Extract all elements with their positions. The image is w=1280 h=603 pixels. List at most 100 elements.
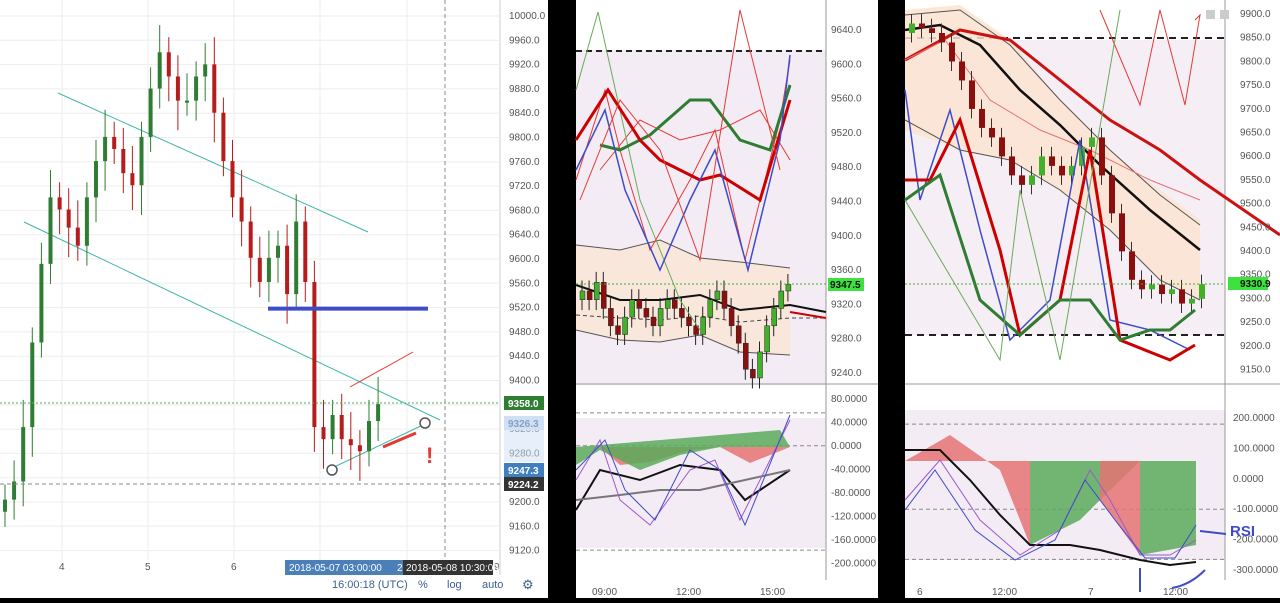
- main-candle: [84, 197, 89, 246]
- main-candle: [276, 245, 280, 258]
- mid-candle: [615, 325, 621, 335]
- main-price-tick: 9520.0: [509, 303, 540, 314]
- mid-price-tick: 9240.0: [831, 368, 862, 379]
- mid-osc-tick: -160.0000: [831, 535, 876, 546]
- window-button-icon: [1206, 10, 1215, 19]
- point-marker: [419, 417, 431, 429]
- right-price-tick: 9450.0: [1240, 222, 1271, 233]
- gear-icon[interactable]: ⚙: [522, 577, 534, 593]
- main-candle: [257, 257, 262, 282]
- right-candle: [1139, 279, 1145, 290]
- right-price-tick: 9400.0: [1240, 246, 1271, 257]
- main-candle: [339, 415, 344, 440]
- exclamation-annotation: !: [426, 443, 433, 468]
- mid-candle: [714, 290, 721, 300]
- mid-candle: [601, 282, 607, 309]
- mid-candle: [622, 316, 628, 335]
- main-candle: [166, 52, 171, 77]
- main-price-tick: 9840.0: [509, 108, 540, 119]
- main-candle: [321, 427, 326, 440]
- right-candle: [1169, 289, 1175, 295]
- right-candle: [1039, 156, 1045, 176]
- right-candle: [1199, 284, 1205, 299]
- mid-price-tick: 9480.0: [831, 162, 862, 173]
- main-candle: [248, 221, 253, 258]
- mid-current-price: 9347.5: [830, 280, 861, 291]
- main-candle: [103, 136, 108, 162]
- main-price-tick: 9960.0: [509, 35, 540, 46]
- right-price-tick: 9700.0: [1240, 104, 1271, 115]
- main-candle: [194, 76, 199, 101]
- right-price-tick: 9250.0: [1240, 317, 1271, 328]
- window-button-icon: [1220, 10, 1229, 19]
- chart-svg: ! 10000.0 9960.0 9920.0 9880.0 9840.0 9800.0 97…: [0, 0, 1280, 598]
- right-current-price: 9330.9: [1240, 279, 1271, 290]
- mid-candle: [664, 299, 671, 309]
- right-price-tick: 9500.0: [1240, 199, 1271, 210]
- right-price-tick: 9150.0: [1240, 365, 1271, 376]
- log-scale-button[interactable]: log: [447, 579, 462, 591]
- right-price-tick: 9550.0: [1240, 175, 1271, 186]
- main-candle: [285, 245, 290, 295]
- right-x-tick: 12:00: [1163, 587, 1188, 598]
- right-candle: [1109, 175, 1115, 214]
- mid-candle: [608, 308, 614, 327]
- main-candle: [348, 439, 353, 446]
- utc-clock: 16:00:18 (UTC): [332, 579, 408, 591]
- main-price-marker: 9224.2: [508, 480, 539, 491]
- main-price-tick: 9560.0: [509, 278, 540, 289]
- right-candle: [939, 32, 945, 43]
- right-candle: [1099, 137, 1105, 176]
- main-price-tick: 9120.0: [509, 546, 540, 557]
- mid-candle: [771, 308, 777, 327]
- mid-candle: [735, 325, 742, 344]
- main-candle: [3, 499, 7, 512]
- main-candle: [130, 173, 135, 186]
- mid-candle: [778, 290, 785, 309]
- main-candle: [312, 282, 317, 428]
- main-candle: [157, 52, 162, 89]
- main-candle: [21, 427, 26, 482]
- right-osc-green-fill-2: [1140, 461, 1196, 555]
- mid-candle: [593, 282, 600, 300]
- marker-range-band: [504, 416, 544, 462]
- main-candle: [66, 209, 71, 228]
- main-price-tick: 9160.0: [509, 521, 540, 532]
- main-price-tick: 9800.0: [509, 133, 540, 144]
- right-osc-tick: 200.0000: [1233, 413, 1275, 424]
- main-candle: [75, 227, 80, 246]
- main-candle: [121, 149, 126, 174]
- mid-osc-tick: -120.0000: [831, 512, 876, 523]
- main-candle: [294, 221, 299, 295]
- right-price-tick: 9650.0: [1240, 128, 1271, 139]
- right-candle: [1059, 165, 1065, 176]
- mid-osc-tick: -40.0000: [831, 465, 871, 476]
- main-candle: [239, 197, 244, 222]
- mid-candle: [650, 316, 657, 327]
- main-candle: [221, 112, 226, 162]
- right-candle: [909, 23, 915, 33]
- mid-candle: [700, 316, 706, 335]
- mid-price-tick: 9400.0: [831, 231, 862, 242]
- mid-candle: [757, 351, 763, 379]
- main-candle: [367, 421, 371, 452]
- right-candle: [1159, 284, 1165, 295]
- right-candle: [1029, 175, 1035, 185]
- auto-scale-button[interactable]: auto: [482, 579, 503, 591]
- main-candle: [330, 415, 335, 440]
- main-candle: [48, 197, 53, 264]
- right-candle: [1049, 156, 1055, 166]
- main-price-tick: 9640.0: [509, 230, 540, 241]
- right-osc-tick: -300.0000: [1233, 565, 1278, 576]
- main-candle: [39, 263, 44, 343]
- main-candle: [175, 76, 180, 101]
- right-candle: [959, 61, 965, 81]
- right-price-tick: 9600.0: [1240, 151, 1271, 162]
- percent-scale-button[interactable]: %: [418, 579, 428, 591]
- main-bottom-toolbar: 16:00:18 (UTC) % log auto ⚙: [0, 575, 548, 598]
- right-osc-tick: -100.0000: [1233, 504, 1278, 515]
- mid-osc-tick: -200.0000: [831, 559, 876, 570]
- main-price-tick: 10000.0: [509, 11, 546, 22]
- mid-candle: [679, 308, 685, 318]
- main-candle: [148, 88, 153, 137]
